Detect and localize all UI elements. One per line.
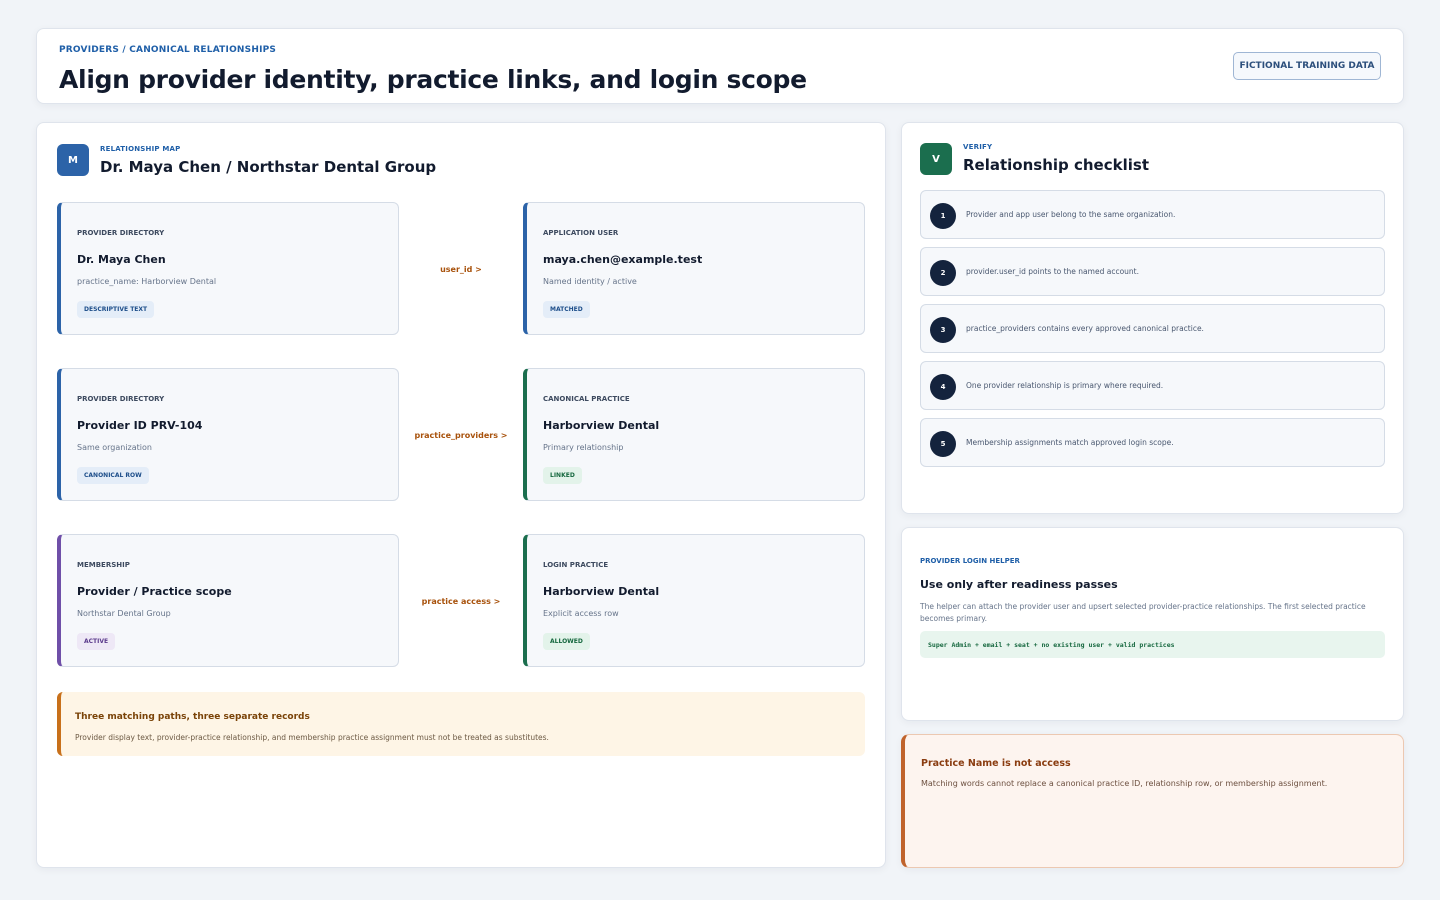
node-kicker: LOGIN PRACTICE: [543, 561, 609, 569]
node-kicker: PROVIDER DIRECTORY: [77, 395, 165, 403]
checklist-item-text: Provider and app user belong to the same…: [966, 210, 1176, 219]
node-subtitle: Primary relationship: [543, 443, 624, 452]
provider-login-helper-panel: PROVIDER LOGIN HELPER Use only after rea…: [901, 527, 1404, 721]
provider-avatar: M: [57, 144, 89, 176]
readiness-rule: Super Admin + email + seat + no existing…: [920, 631, 1385, 658]
status-badge: LINKED: [543, 467, 582, 484]
step-number: 1: [930, 203, 956, 229]
helper-description: The helper can attach the provider user …: [920, 602, 1366, 623]
node-title: Provider / Practice scope: [77, 585, 232, 598]
checklist-title: Relationship checklist: [963, 156, 1149, 174]
node-subtitle: Northstar Dental Group: [77, 609, 171, 618]
node-title: Harborview Dental: [543, 585, 660, 598]
node-subtitle: practice_name: Harborview Dental: [77, 277, 217, 286]
application-user-node[interactable]: APPLICATION USER maya.chen@example.test …: [523, 202, 865, 335]
checklist-item[interactable]: 2 provider.user_id points to the named a…: [920, 247, 1385, 296]
training-data-badge: FICTIONAL TRAINING DATA: [1233, 52, 1381, 80]
matching-paths-callout: Three matching paths, three separate rec…: [57, 692, 865, 756]
edge-label-practice-access: practice access >: [421, 597, 501, 606]
node-title: Provider ID PRV-104: [77, 419, 203, 432]
node-title: Dr. Maya Chen: [77, 253, 166, 266]
node-kicker: MEMBERSHIP: [77, 561, 130, 569]
map-title: Dr. Maya Chen / Northstar Dental Group: [100, 158, 437, 176]
relationship-checklist-panel: V VERIFY Relationship checklist 1 Provid…: [901, 122, 1404, 514]
page-title: Align provider identity, practice links,…: [59, 65, 807, 94]
checklist-kicker: VERIFY: [963, 143, 993, 151]
status-badge: ACTIVE: [77, 633, 116, 650]
node-subtitle: Explicit access row: [543, 609, 619, 618]
callout-title: Three matching paths, three separate rec…: [75, 712, 310, 722]
warning-body: Matching words cannot replace a canonica…: [921, 779, 1328, 788]
node-kicker: CANONICAL PRACTICE: [543, 395, 630, 403]
status-badge: CANONICAL ROW: [77, 467, 149, 484]
node-subtitle: Same organization: [77, 443, 152, 452]
warning-title: Practice Name is not access: [921, 758, 1071, 769]
login-practice-node[interactable]: LOGIN PRACTICE Harborview Dental Explici…: [523, 534, 865, 667]
canonical-practice-node[interactable]: CANONICAL PRACTICE Harborview Dental Pri…: [523, 368, 865, 501]
provider-directory-node[interactable]: PROVIDER DIRECTORY Dr. Maya Chen practic…: [57, 202, 399, 335]
practice-name-warning: Practice Name is not access Matching wor…: [901, 734, 1404, 868]
status-badge: MATCHED: [543, 301, 590, 318]
step-number: 2: [930, 260, 956, 286]
edge-label-user-id: user_id >: [440, 265, 482, 274]
checklist-item-text: practice_providers contains every approv…: [966, 324, 1204, 333]
verify-avatar: V: [920, 143, 952, 175]
breadcrumb[interactable]: PROVIDERS / CANONICAL RELATIONSHIPS: [59, 45, 276, 55]
helper-kicker: PROVIDER LOGIN HELPER: [920, 557, 1020, 565]
membership-node[interactable]: MEMBERSHIP Provider / Practice scope Nor…: [57, 534, 399, 667]
step-number: 4: [930, 374, 956, 400]
node-title: maya.chen@example.test: [543, 253, 703, 266]
helper-title: Use only after readiness passes: [920, 578, 1118, 591]
checklist-item[interactable]: 4 One provider relationship is primary w…: [920, 361, 1385, 410]
node-kicker: APPLICATION USER: [543, 229, 619, 237]
checklist-item-text: One provider relationship is primary whe…: [966, 381, 1164, 390]
node-subtitle: Named identity / active: [543, 277, 637, 286]
node-kicker: PROVIDER DIRECTORY: [77, 229, 165, 237]
page-header: PROVIDERS / CANONICAL RELATIONSHIPS Alig…: [36, 28, 1404, 104]
checklist-item[interactable]: 3 practice_providers contains every appr…: [920, 304, 1385, 353]
node-title: Harborview Dental: [543, 419, 660, 432]
checklist-item[interactable]: 5 Membership assignments match approved …: [920, 418, 1385, 467]
step-number: 5: [930, 431, 956, 457]
callout-body: Provider display text, provider-practice…: [75, 733, 549, 742]
status-badge: DESCRIPTIVE TEXT: [77, 301, 155, 318]
edge-label-practice-providers: practice_providers >: [414, 431, 508, 440]
checklist-item[interactable]: 1 Provider and app user belong to the sa…: [920, 190, 1385, 239]
step-number: 3: [930, 317, 956, 343]
checklist-item-text: provider.user_id points to the named acc…: [966, 267, 1139, 276]
status-badge: ALLOWED: [543, 633, 590, 650]
map-kicker: RELATIONSHIP MAP: [100, 145, 181, 153]
relationship-map-panel: M RELATIONSHIP MAP Dr. Maya Chen / North…: [36, 122, 886, 868]
checklist-item-text: Membership assignments match approved lo…: [966, 438, 1174, 447]
provider-id-node[interactable]: PROVIDER DIRECTORY Provider ID PRV-104 S…: [57, 368, 399, 501]
